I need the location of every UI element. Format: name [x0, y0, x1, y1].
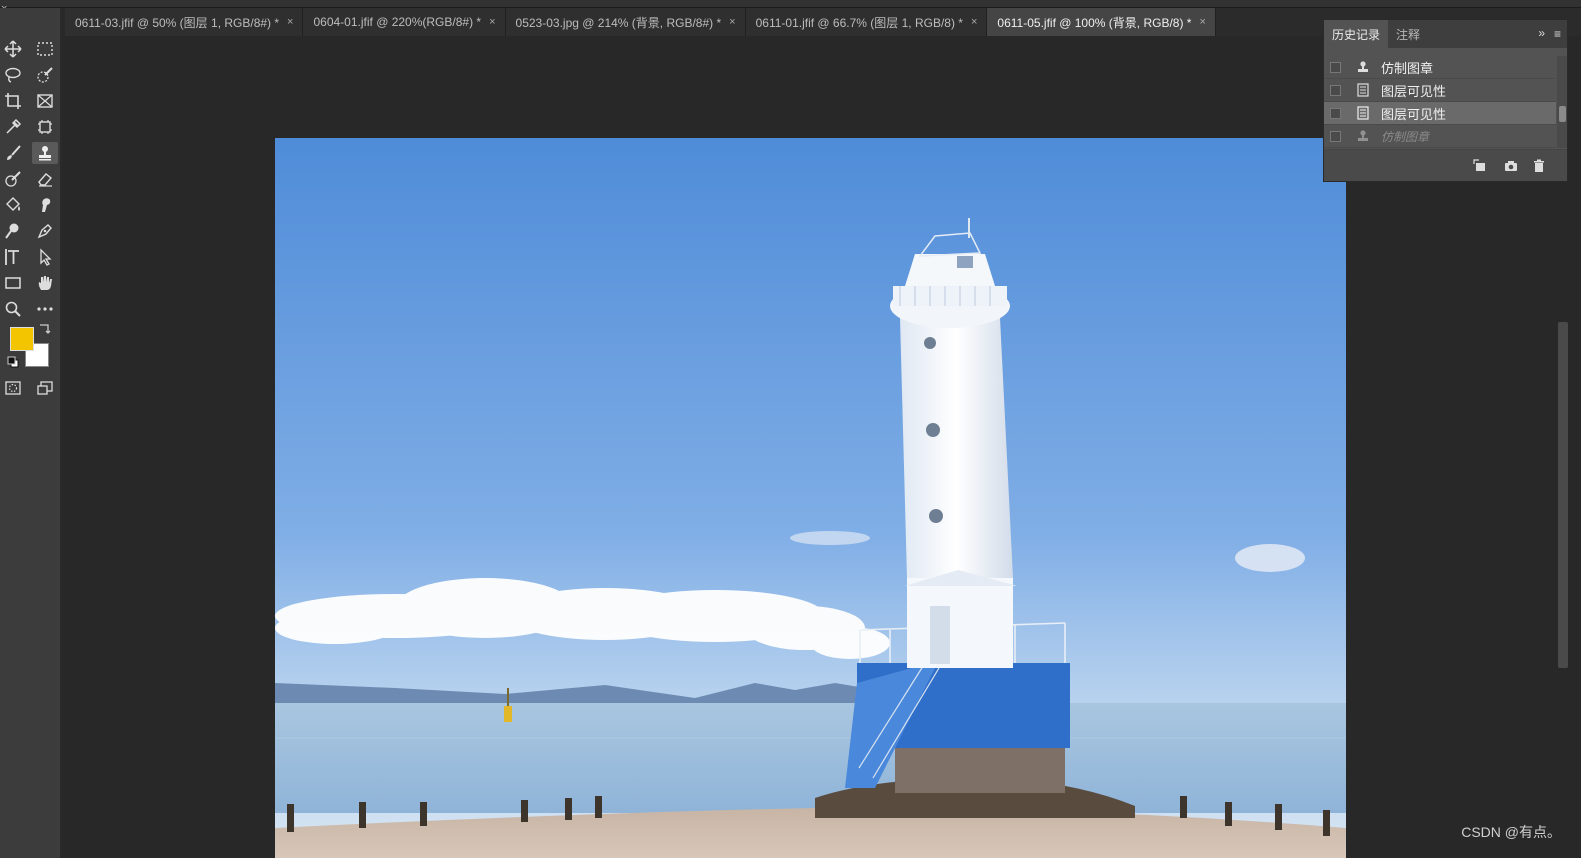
rectangle-tool-icon[interactable]: [0, 272, 26, 294]
tab-label: 0611-03.jfif @ 50% (图层 1, RGB/8#) *: [75, 15, 280, 30]
history-brush-source-checkbox[interactable]: [1330, 84, 1341, 96]
workspace-scrollbar[interactable]: [1558, 322, 1568, 668]
history-item-label: 图层可见性: [1381, 83, 1447, 99]
trash-icon[interactable]: [1531, 158, 1547, 174]
brush-tool-icon[interactable]: [0, 142, 26, 164]
tab-history[interactable]: 历史记录: [1324, 20, 1389, 48]
quick-selection-tool-icon[interactable]: [32, 64, 58, 86]
stamp-icon: [1355, 59, 1371, 75]
frame-tool-icon[interactable]: [32, 90, 58, 112]
default-colors-icon[interactable]: [6, 355, 20, 369]
marquee-tool-icon[interactable]: [32, 38, 58, 60]
history-brush-source-checkbox[interactable]: [1330, 61, 1341, 73]
document-tab[interactable]: 0523-03.jpg @ 214% (背景, RGB/8#) * ×: [505, 8, 746, 36]
history-list: 仿制图章 图层可见性 图层可见性 仿制图章: [1324, 56, 1556, 148]
menu-strip: ×: [0, 0, 1581, 15]
object-selection-tool-icon[interactable]: [32, 116, 58, 138]
swap-colors-icon[interactable]: [36, 321, 52, 337]
tab-close-icon[interactable]: ×: [489, 16, 495, 28]
history-item-label: 图层可见性: [1381, 106, 1447, 122]
tab-label: 0604-01.jfif @ 220%(RGB/8#) *: [313, 15, 482, 29]
layer-doc-icon: [1355, 105, 1371, 121]
type-tool-icon[interactable]: [0, 246, 26, 268]
tab-label: 0611-01.jfif @ 66.7% (图层 1, RGB/8) *: [755, 15, 963, 30]
hand-tool-icon[interactable]: [32, 272, 58, 294]
document-tab-active[interactable]: 0611-05.jfif @ 100% (背景, RGB/8) * ×: [987, 8, 1216, 36]
history-brush-tool-icon[interactable]: [0, 168, 26, 190]
layer-doc-icon: [1355, 82, 1371, 98]
history-panel-footer: [1324, 149, 1567, 181]
history-item-label: 仿制图章: [1381, 129, 1430, 144]
tab-label: 0523-03.jpg @ 214% (背景, RGB/8#) *: [515, 15, 722, 30]
quick-mask-icon[interactable]: [0, 377, 26, 399]
collapse-panel-icon[interactable]: »: [1538, 26, 1545, 40]
watermark-text: CSDN @有点。: [1461, 824, 1561, 840]
scrollbar-thumb[interactable]: [1559, 106, 1566, 122]
crop-tool-icon[interactable]: [0, 90, 26, 112]
lasso-tool-icon[interactable]: [0, 64, 26, 86]
history-item-label: 仿制图章: [1381, 60, 1434, 76]
screen-mode-icon[interactable]: [32, 377, 58, 399]
history-panel: 历史记录 注释 » ≡ 仿制图章 图层可见性 图层可见性 仿制图章: [1323, 19, 1568, 182]
tab-close-icon[interactable]: ×: [729, 16, 735, 28]
tab-close-icon[interactable]: ×: [1199, 16, 1205, 28]
document-tab[interactable]: 0611-03.jfif @ 50% (图层 1, RGB/8#) * ×: [65, 8, 304, 36]
history-item[interactable]: 仿制图章: [1324, 56, 1556, 79]
tab-label: 0611-05.jfif @ 100% (背景, RGB/8) *: [997, 15, 1192, 30]
lighthouse-photo: [275, 138, 1346, 858]
camera-icon[interactable]: [1503, 158, 1519, 174]
history-scrollbar[interactable]: [1557, 56, 1567, 148]
pen-tool-icon[interactable]: [32, 220, 58, 242]
move-tool-icon[interactable]: [0, 38, 26, 60]
history-item[interactable]: 图层可见性: [1324, 79, 1556, 102]
document-tab[interactable]: 0604-01.jfif @ 220%(RGB/8#) * ×: [303, 8, 506, 36]
tab-notes[interactable]: 注释: [1388, 20, 1428, 48]
foreground-color-swatch[interactable]: [10, 327, 34, 351]
zoom-tool-icon[interactable]: [0, 298, 26, 320]
history-item-active[interactable]: 图层可见性: [1324, 102, 1556, 125]
more-tools-icon[interactable]: [32, 298, 58, 320]
paint-bucket-tool-icon[interactable]: [0, 194, 26, 216]
dodge-tool-icon[interactable]: [0, 220, 26, 242]
panel-menu-icon[interactable]: ≡: [1554, 27, 1561, 41]
photoshop-window: × 0611-03.jfif @ 50% (图层 1, RGB/8#) * × …: [0, 0, 1581, 858]
eyedropper-tool-icon[interactable]: [0, 116, 26, 138]
document-tab[interactable]: 0611-01.jfif @ 66.7% (图层 1, RGB/8) * ×: [745, 8, 988, 36]
new-document-from-state-icon[interactable]: [1472, 158, 1488, 174]
history-brush-source-checkbox[interactable]: [1330, 107, 1341, 119]
document-canvas[interactable]: [275, 138, 1346, 858]
eraser-tool-icon[interactable]: [32, 168, 58, 190]
history-item-undone[interactable]: 仿制图章: [1324, 125, 1556, 148]
tab-close-icon[interactable]: ×: [287, 16, 293, 28]
path-selection-tool-icon[interactable]: [32, 246, 58, 268]
clone-stamp-tool-icon[interactable]: [32, 142, 58, 164]
history-panel-header: 历史记录 注释 » ≡: [1324, 20, 1567, 48]
stamp-icon: [1355, 128, 1371, 144]
tools-panel: [0, 8, 62, 858]
smudge-tool-icon[interactable]: [32, 194, 58, 216]
tab-close-icon[interactable]: ×: [971, 16, 977, 28]
history-brush-source-checkbox[interactable]: [1330, 130, 1341, 142]
